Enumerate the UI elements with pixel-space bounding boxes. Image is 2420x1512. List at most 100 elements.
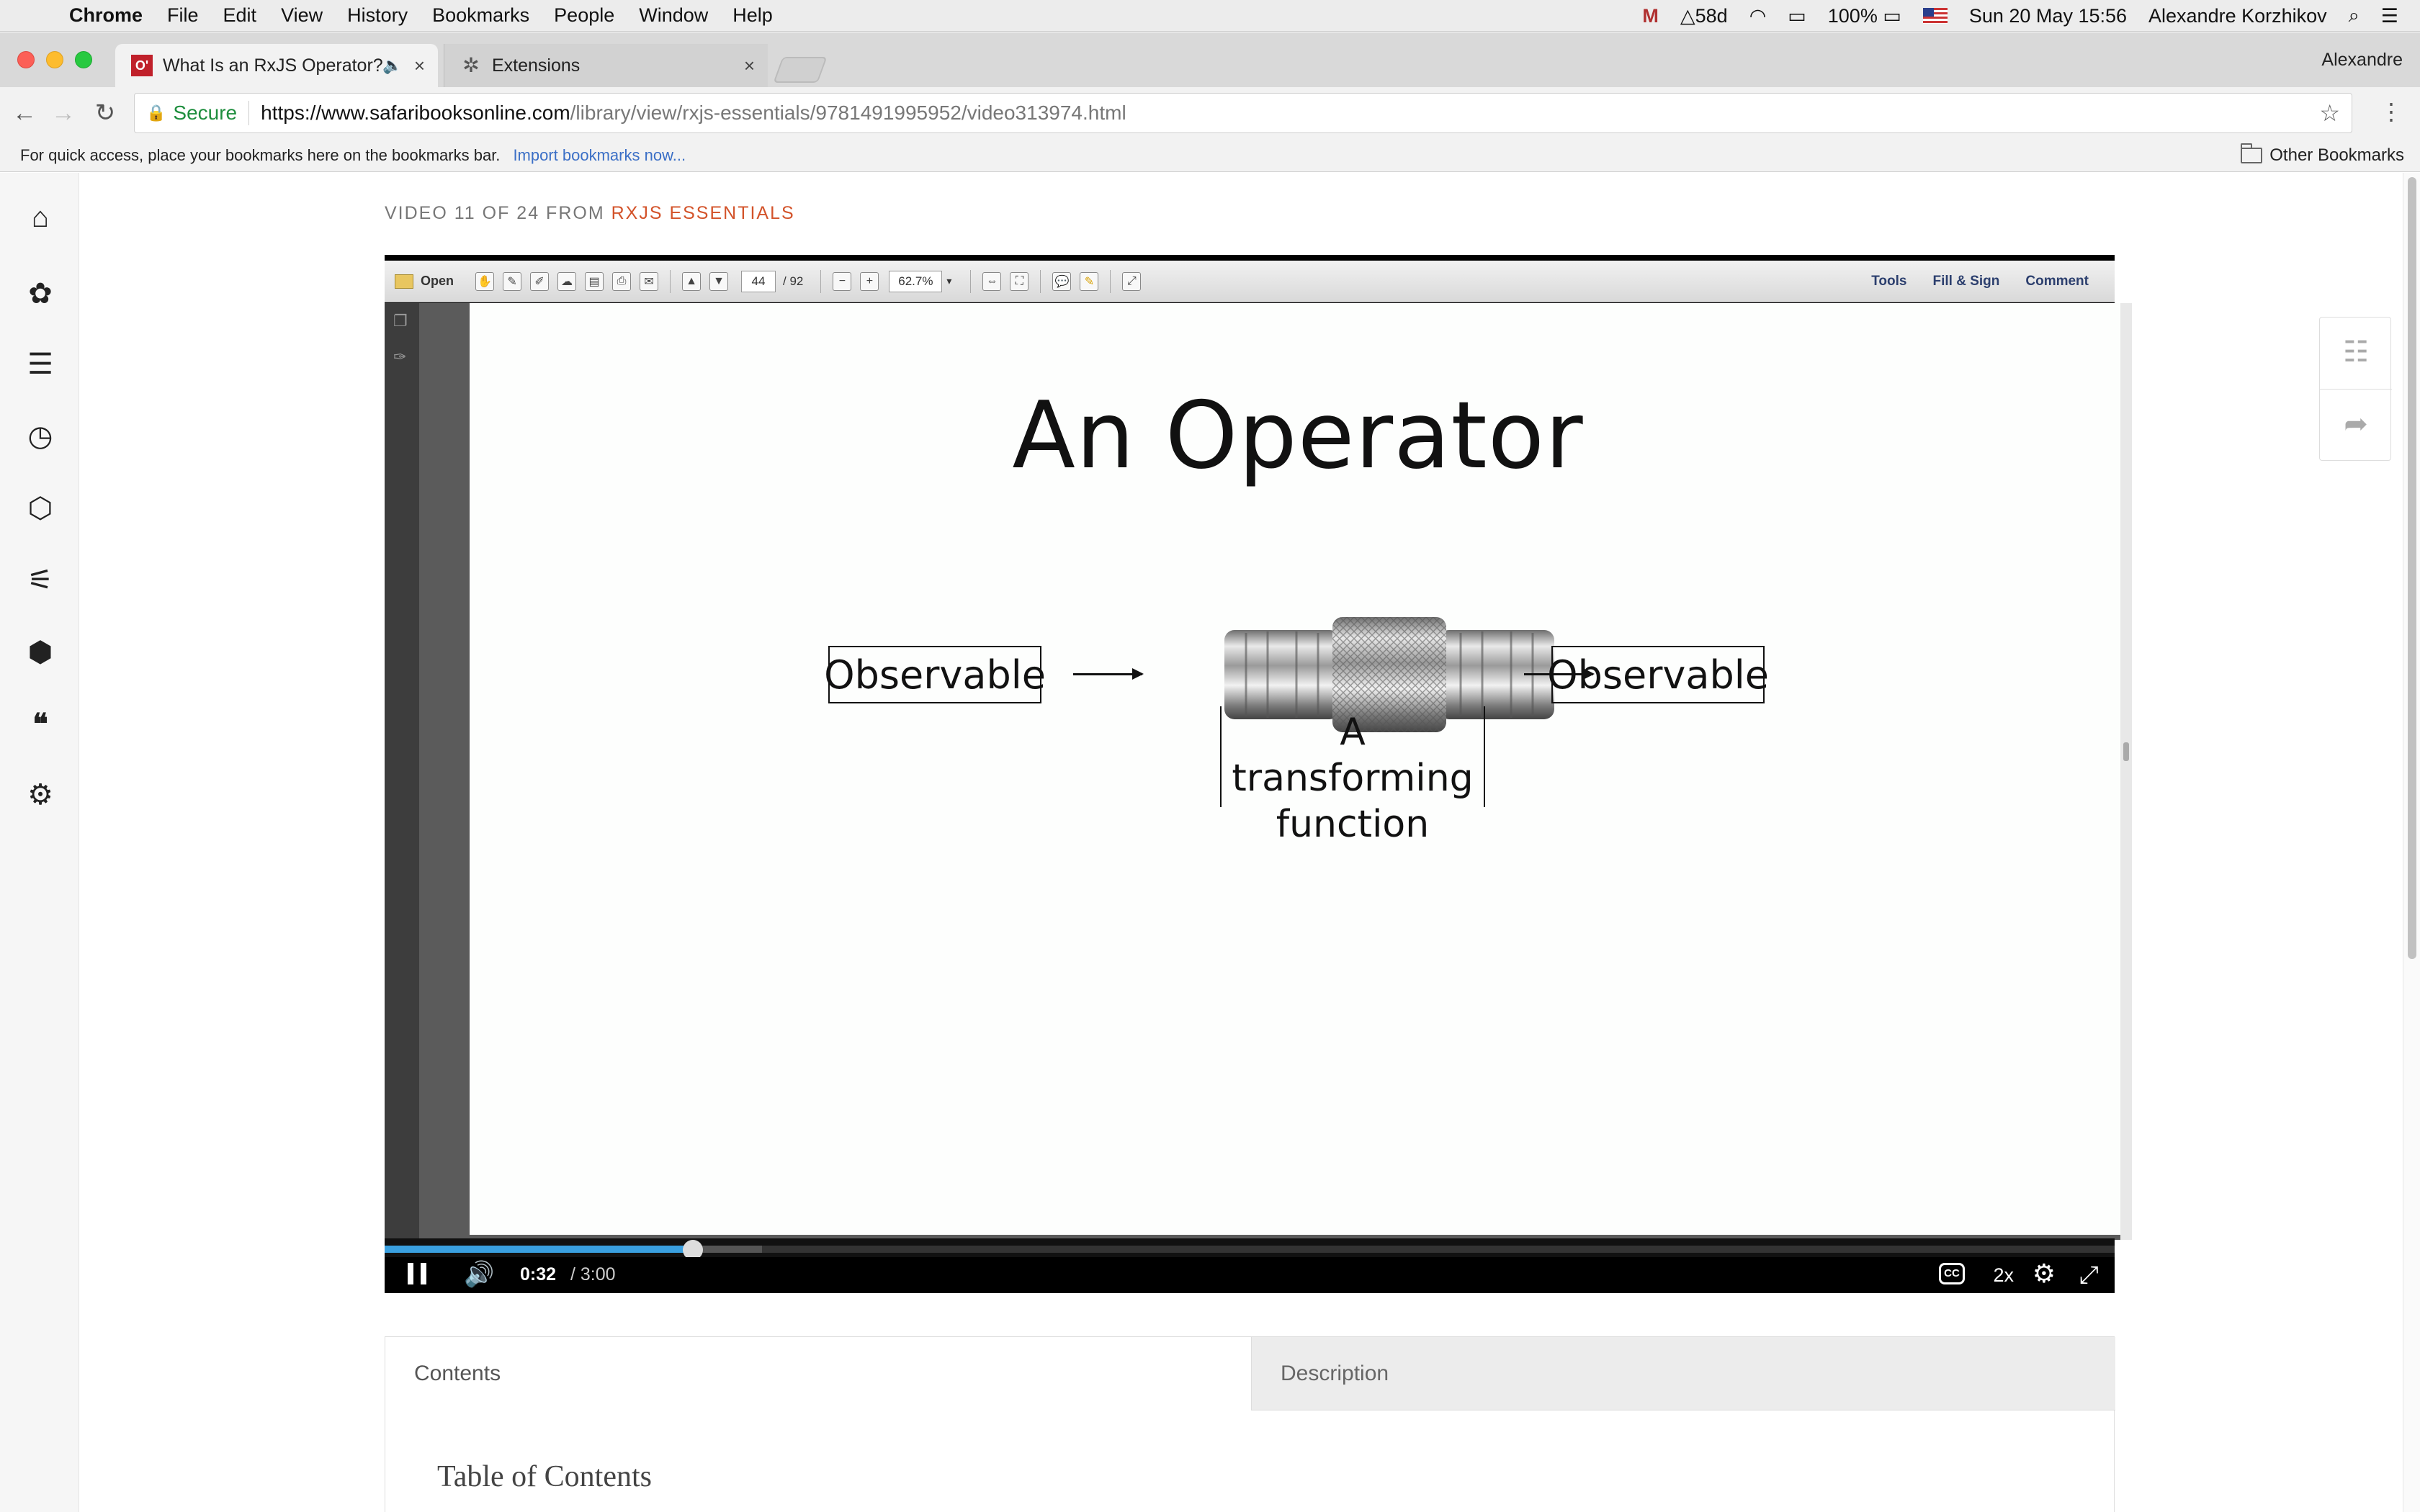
menu-file[interactable]: File (167, 4, 199, 27)
pdf-scrollbar (2120, 303, 2132, 1240)
save-icon: ▤ (585, 271, 604, 291)
highlights-quote-icon[interactable]: ❝ (24, 708, 56, 740)
cube-icon[interactable]: ⬢ (24, 636, 56, 668)
hand-tool-icon: ✋ (475, 271, 495, 291)
highlight-icon: ✎ (1080, 271, 1099, 291)
window-minimize-button[interactable] (46, 51, 63, 68)
player-settings-gear-icon[interactable]: ⚙ (2033, 1259, 2056, 1289)
topics-icon[interactable]: ✿ (24, 278, 56, 310)
omnibox-divider (248, 101, 250, 125)
slide-title: An Operator (1012, 382, 1584, 490)
learning-paths-icon[interactable]: ⚟ (24, 564, 56, 596)
tab-audio-icon[interactable]: 🔈 (382, 56, 402, 75)
menu-help[interactable]: Help (732, 4, 773, 27)
floating-action-panel: ☷ ➦ (2319, 317, 2392, 461)
wifi-icon[interactable]: ◠ (1749, 5, 1767, 27)
progress-played (385, 1246, 693, 1253)
menu-window[interactable]: Window (639, 4, 708, 27)
menu-edit[interactable]: Edit (223, 4, 257, 27)
pdf-page-total: / 92 (783, 274, 804, 288)
menu-app-chrome[interactable]: Chrome (69, 4, 143, 27)
pdf-scroll-grip (2123, 742, 2129, 761)
pdf-reader-toolbar: Open ✋ ✎ ✐ ☁ ▤ ⎙ ✉ ▲ ▼ 44 / 92 − + 62.7%… (385, 261, 2115, 302)
tab-rxjs-operator[interactable]: O' What Is an RxJS Operator? 🔈 × (115, 44, 438, 87)
toolbar-divider (820, 269, 822, 293)
fit-width-icon: ⇔ (982, 271, 1002, 291)
back-arrow-icon[interactable]: ← (12, 99, 37, 127)
playlist-icon[interactable]: ☰ (24, 348, 56, 380)
airplay-icon[interactable]: ▭ (1788, 5, 1806, 27)
home-icon[interactable]: ⌂ (24, 202, 56, 233)
bookmark-star-icon[interactable]: ☆ (2319, 99, 2340, 127)
current-time: 0:32 (520, 1264, 557, 1284)
tab-extensions[interactable]: ✲ Extensions × (444, 44, 768, 87)
browser-toolbar: ← → ↻ 🔒 Secure https://www.safaribookson… (0, 87, 2420, 139)
days-counter-label: 58d (1695, 4, 1728, 27)
url-host: https://www.safaribooksonline.com (261, 102, 570, 124)
tab-close-icon[interactable]: × (744, 55, 755, 77)
other-bookmarks-button[interactable]: Other Bookmarks (2241, 143, 2404, 166)
arrow-right-icon (1073, 668, 1144, 680)
share-arrow-icon[interactable]: ➦ (2341, 410, 2370, 438)
email-icon: ✉ (640, 271, 659, 291)
oreilly-logo-icon: O' (131, 55, 153, 76)
attachment-icon: ✑ (393, 348, 407, 366)
import-bookmarks-link[interactable]: Import bookmarks now... (513, 146, 686, 165)
pdf-fill-sign-label: Fill & Sign (1932, 273, 2000, 289)
menu-people[interactable]: People (554, 4, 614, 27)
pdf-page-number: 44 (741, 270, 776, 292)
observable-box-input: Observable (824, 646, 1046, 703)
battery-percent: 100% (1827, 4, 1878, 27)
window-close-button[interactable] (17, 51, 35, 68)
closed-captions-icon[interactable]: CC (1939, 1263, 1965, 1284)
address-bar[interactable]: 🔒 Secure https://www.safaribooksonline.c… (134, 93, 2352, 133)
new-tab-button[interactable] (773, 57, 828, 83)
menubar-clock[interactable]: Sun 20 May 15:56 (1969, 5, 2127, 27)
chrome-menu-icon[interactable]: ⋮ (2380, 100, 2403, 123)
mail-status-icon[interactable]: M (1642, 5, 1659, 27)
table-of-contents-icon[interactable]: ☷ (2341, 338, 2370, 366)
toolbar-divider (1040, 269, 1041, 293)
forward-arrow-icon[interactable]: → (50, 99, 76, 127)
input-source-flag-icon[interactable] (1922, 8, 1948, 24)
course-link[interactable]: RXJS ESSENTIALS (611, 203, 795, 223)
settings-gear-icon[interactable]: ⚙ (24, 779, 56, 811)
menu-bookmarks[interactable]: Bookmarks (432, 4, 529, 27)
volume-icon[interactable]: 🔊 (464, 1260, 494, 1289)
menu-view[interactable]: View (281, 4, 323, 27)
days-counter[interactable]: △58d (1680, 5, 1728, 27)
pdf-comment-label: Comment (2025, 273, 2089, 289)
battery-status[interactable]: 100% ▭ (1828, 5, 1901, 27)
macos-menubar: Chrome File Edit View History Bookmarks … (0, 0, 2420, 32)
menubar-status-area: M △58d ◠ ▭ 100% ▭ Sun 20 May 15:56 Alexa… (1642, 0, 2398, 32)
history-icon[interactable]: ◷ (24, 420, 56, 452)
fit-page-icon: ⛶ (1010, 271, 1029, 291)
video-progress-bar[interactable] (385, 1238, 2115, 1260)
page-scroll-thumb[interactable] (2408, 177, 2416, 959)
secure-label[interactable]: Secure (173, 102, 237, 125)
video-controls: 🔊 0:32 / 3:00 CC 2x ⚙ ⤢ (385, 1257, 2115, 1293)
notification-center-icon[interactable]: ☰ (2381, 5, 2398, 27)
zoom-in-icon: + (860, 271, 879, 291)
playback-speed-button[interactable]: 2x (1993, 1264, 2014, 1287)
bookmarks-bar: For quick access, place your bookmarks h… (0, 139, 2420, 172)
profile-name[interactable]: Alexandre (2321, 50, 2403, 71)
reload-icon[interactable]: ↻ (92, 99, 118, 127)
hexagon-icon[interactable]: ⬡ (24, 492, 56, 524)
fullscreen-icon[interactable]: ⤢ (2079, 1261, 2099, 1290)
expand-icon: ⤢ (1122, 271, 1142, 291)
window-zoom-button[interactable] (75, 51, 92, 68)
lock-icon[interactable]: 🔒 (146, 104, 166, 122)
video-breadcrumb: VIDEO 11 OF 24 FROM RXJS ESSENTIALS (385, 203, 795, 224)
tab-description[interactable]: Description (1251, 1337, 2115, 1410)
video-player[interactable]: Open ✋ ✎ ✐ ☁ ▤ ⎙ ✉ ▲ ▼ 44 / 92 − + 62.7%… (385, 255, 2132, 1293)
pause-button[interactable] (408, 1263, 426, 1284)
menu-history[interactable]: History (347, 4, 408, 27)
tab-close-icon[interactable]: × (414, 55, 425, 77)
page-scrollbar[interactable] (2403, 173, 2420, 1512)
bookmarks-hint: For quick access, place your bookmarks h… (20, 145, 501, 164)
tab-title: What Is an RxJS Operator? (163, 55, 383, 76)
menubar-user-name[interactable]: Alexandre Korzhikov (2148, 5, 2327, 27)
spotlight-search-icon[interactable]: ⌕ (2349, 4, 2360, 27)
tab-contents[interactable]: Contents (385, 1337, 1251, 1410)
